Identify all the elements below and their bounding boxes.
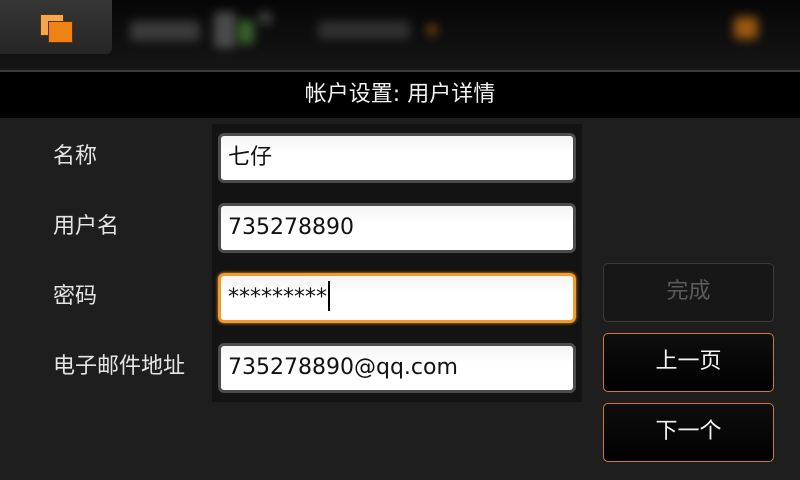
username-field-value: 735278890	[228, 215, 354, 240]
field-label-password: 密码	[53, 284, 98, 309]
email-field-value: 735278890@qq.com	[228, 355, 458, 380]
field-label-email: 电子邮件地址	[53, 354, 186, 379]
name-field-value: 七仔	[228, 145, 273, 170]
field-label-name: 名称	[53, 144, 98, 169]
text-cursor	[328, 281, 330, 311]
password-field[interactable]: *********	[218, 273, 576, 323]
username-field[interactable]: 735278890	[218, 203, 576, 253]
email-field[interactable]: 735278890@qq.com	[218, 343, 576, 393]
previous-page-button[interactable]: 上一页	[603, 333, 774, 392]
status-text-blurred	[130, 21, 200, 41]
next-button[interactable]: 下一个	[603, 403, 774, 462]
dialog-title: 帐户设置: 用户详情	[304, 82, 496, 107]
task-switcher-button[interactable]	[0, 0, 112, 54]
name-field[interactable]: 七仔	[218, 133, 576, 183]
status-dot-blurred	[427, 25, 437, 35]
field-label-username: 用户名	[53, 214, 120, 239]
done-button[interactable]: 完成	[603, 263, 774, 322]
status-bar	[0, 0, 800, 70]
dialog-title-bar: 帐户设置: 用户详情	[0, 72, 800, 118]
status-icon-blurred[interactable]	[734, 17, 758, 39]
status-text-blurred	[318, 21, 410, 39]
password-field-value: *********	[228, 285, 327, 310]
status-icon-blurred	[258, 12, 272, 24]
status-icon-blurred	[214, 12, 236, 48]
status-icon-blurred	[238, 20, 254, 44]
